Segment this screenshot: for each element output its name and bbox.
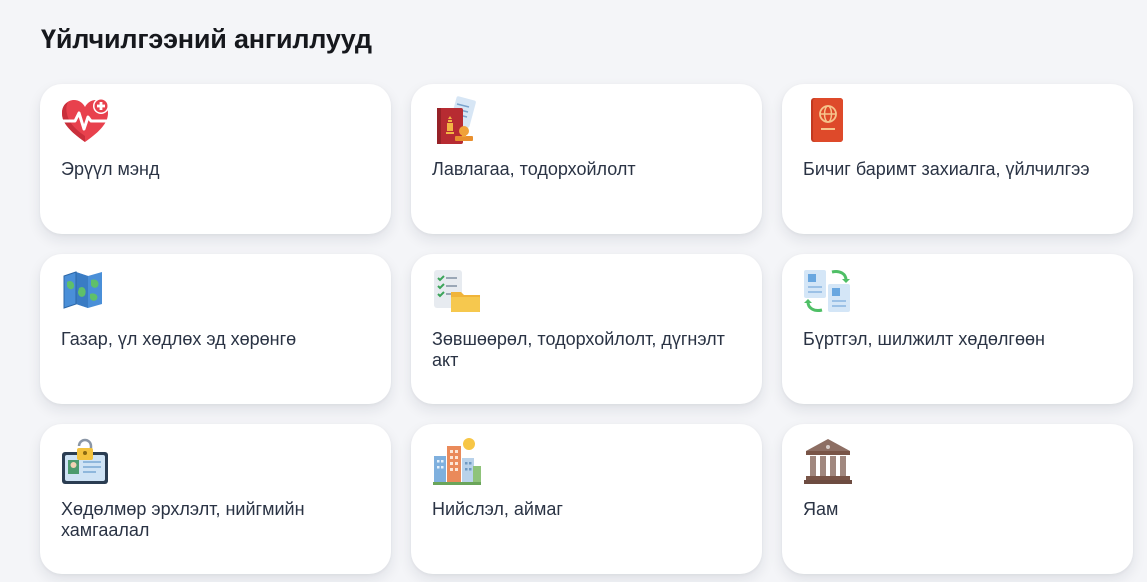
category-card-employment[interactable]: Хөдөлмөр эрхлэлт, нийгмийн хамгаалал — [40, 424, 391, 574]
passport-icon — [802, 96, 854, 148]
document-transfer-icon — [802, 266, 854, 318]
map-icon — [60, 266, 112, 318]
category-card-documents[interactable]: Бичиг баримт захиалга, үйлчилгээ — [782, 84, 1133, 234]
passport-document-icon — [431, 96, 483, 148]
heart-health-icon — [60, 96, 112, 148]
category-label-documents: Бичиг баримт захиалга, үйлчилгээ — [803, 159, 1090, 179]
category-card-land[interactable]: Газар, үл хөдлөх эд хөрөнгө — [40, 254, 391, 404]
category-label-references: Лавлагаа, тодорхойлолт — [432, 159, 636, 179]
category-card-ministry[interactable]: Яам — [782, 424, 1133, 574]
category-card-registration[interactable]: Бүртгэл, шилжилт хөдөлгөөн — [782, 254, 1133, 404]
category-card-permits[interactable]: Зөвшөөрөл, тодорхойлолт, дүгнэлт акт — [411, 254, 762, 404]
category-label-employment: Хөдөлмөр эрхлэлт, нийгмийн хамгаалал — [61, 499, 305, 540]
category-label-registration: Бүртгэл, шилжилт хөдөлгөөн — [803, 329, 1045, 349]
category-card-health[interactable]: Эрүүл мэнд — [40, 84, 391, 234]
category-card-references[interactable]: Лавлагаа, тодорхойлолт — [411, 84, 762, 234]
page-title: Үйлчилгээний ангиллууд — [41, 24, 372, 54]
checklist-folder-icon — [431, 266, 483, 318]
category-label-health: Эрүүл мэнд — [61, 159, 160, 179]
city-buildings-icon — [431, 436, 483, 488]
category-label-ministry: Яам — [803, 499, 839, 519]
category-card-city-province[interactable]: Нийслэл, аймаг — [411, 424, 762, 574]
category-label-city-province: Нийслэл, аймаг — [432, 499, 563, 519]
government-building-icon — [802, 436, 854, 488]
id-card-lock-icon — [60, 436, 112, 488]
category-label-permits: Зөвшөөрөл, тодорхойлолт, дүгнэлт акт — [432, 329, 725, 370]
category-label-land: Газар, үл хөдлөх эд хөрөнгө — [61, 329, 297, 349]
category-grid: Эрүүл мэнд Лавлагаа, тодорхойлолт Бичиг … — [40, 84, 1133, 574]
